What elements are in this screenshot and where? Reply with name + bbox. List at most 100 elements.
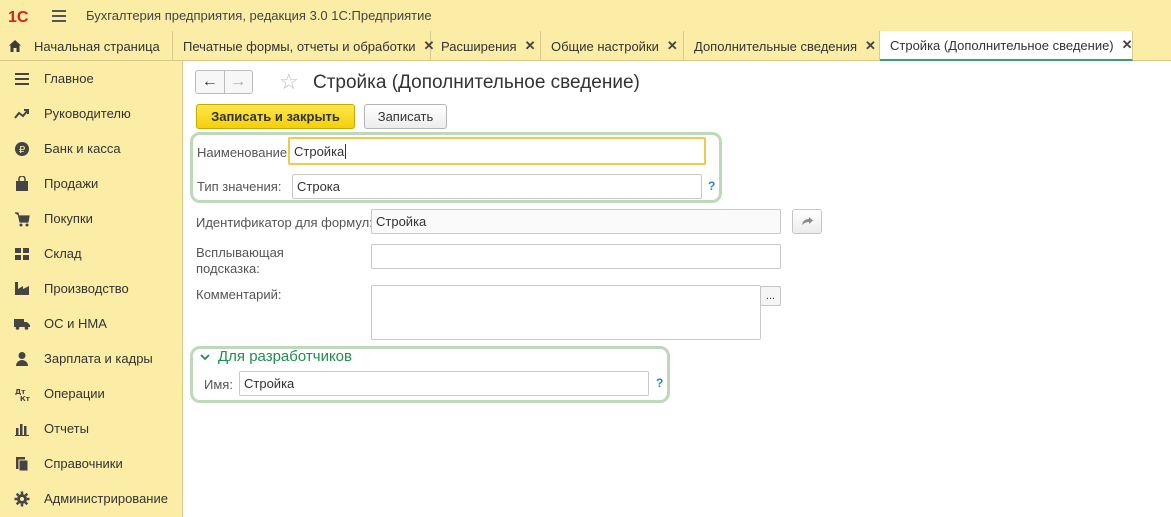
- sidebar-item-bank[interactable]: ₽ Банк и касса: [0, 131, 182, 166]
- save-button[interactable]: Записать: [364, 104, 447, 129]
- redo-arrow-icon: [802, 216, 813, 225]
- home-icon: [9, 40, 21, 52]
- back-button[interactable]: ←: [196, 71, 225, 93]
- tab-label: Расширения: [441, 38, 517, 54]
- close-icon[interactable]: ✕: [1122, 37, 1133, 53]
- sidebar-item-label: Банк и касса: [44, 141, 121, 156]
- sidebar-item-label: ОС и НМА: [44, 316, 107, 331]
- trend-icon: [14, 106, 30, 122]
- app-title: Бухгалтерия предприятия, редакция 3.0 1С…: [86, 8, 432, 23]
- svg-text:1С: 1С: [8, 9, 29, 25]
- chevron-down-icon: [200, 353, 210, 360]
- developer-section-title: Для разработчиков: [218, 348, 352, 365]
- sidebar-item-label: Отчеты: [44, 421, 89, 436]
- sidebar-item-purchases[interactable]: Покупки: [0, 201, 182, 236]
- sidebar-item-label: Производство: [44, 281, 129, 296]
- sidebar-item-operations[interactable]: Дт Кт Операции: [0, 376, 182, 411]
- sidebar-item-reports[interactable]: Отчеты: [0, 411, 182, 446]
- debit-credit-icon: Дт Кт: [14, 386, 30, 402]
- formula-id-field[interactable]: Стройка: [371, 209, 781, 234]
- sidebar-item-warehouse[interactable]: Склад: [0, 236, 182, 271]
- save-and-close-button[interactable]: Записать и закрыть: [196, 104, 355, 129]
- shopping-bag-icon: [14, 175, 30, 192]
- menu-list-icon: [14, 71, 30, 87]
- value-type-value: Строка: [297, 179, 341, 194]
- form-area: ← → ☆ Стройка (Дополнительное сведение) …: [183, 61, 1171, 517]
- sidebar-item-administration[interactable]: Администрирование: [0, 481, 182, 516]
- bar-chart-icon: [14, 421, 30, 437]
- svg-text:₽: ₽: [19, 145, 26, 156]
- cart-icon: [14, 211, 30, 227]
- favorite-star-icon[interactable]: ☆: [279, 70, 299, 94]
- sidebar-item-label: Главное: [44, 71, 94, 86]
- 1c-logo: 1С: [8, 6, 38, 26]
- tooltip-label-line1: Всплывающая: [196, 245, 284, 260]
- formula-id-value: Стройка: [376, 214, 427, 229]
- nav-buttons: ← →: [195, 70, 253, 94]
- tab-general-settings[interactable]: Общие настройки ✕: [541, 31, 684, 61]
- developer-section-toggle[interactable]: Для разработчиков: [199, 348, 352, 365]
- dev-name-field[interactable]: Стройка: [239, 371, 649, 396]
- books-icon: [14, 456, 30, 472]
- comment-textarea[interactable]: [371, 285, 761, 340]
- person-icon: [14, 351, 30, 367]
- sidebar-item-sales[interactable]: Продажи: [0, 166, 182, 201]
- close-icon[interactable]: ✕: [865, 38, 876, 54]
- sidebar-item-main[interactable]: Главное: [0, 61, 182, 96]
- sidebar-item-label: Покупки: [44, 211, 93, 226]
- close-icon[interactable]: ✕: [525, 38, 536, 54]
- tooltip-label-line2: подсказка:: [196, 261, 260, 276]
- sidebar-item-label: Руководителю: [44, 106, 131, 121]
- help-icon[interactable]: ?: [708, 179, 715, 193]
- formula-id-label: Идентификатор для формул:: [196, 215, 373, 230]
- tab-label: Начальная страница: [34, 38, 160, 54]
- sidebar-item-fixed-assets[interactable]: ОС и НМА: [0, 306, 182, 341]
- comment-expand-button[interactable]: ...: [760, 286, 781, 306]
- sidebar-item-label: Администрирование: [44, 491, 168, 506]
- value-type-field[interactable]: Строка: [292, 174, 702, 199]
- tab-label: Стройка (Дополнительное сведение): [890, 37, 1114, 53]
- factory-icon: [14, 281, 30, 297]
- sidebar-item-directories[interactable]: Справочники: [0, 446, 182, 481]
- sidebar-item-label: Продажи: [44, 176, 99, 191]
- sidebar-item-label: Справочники: [44, 456, 123, 471]
- dev-name-value: Стройка: [244, 376, 295, 391]
- forward-button[interactable]: →: [225, 71, 253, 93]
- warehouse-grid-icon: [14, 246, 30, 262]
- main-menu-icon[interactable]: [52, 9, 66, 22]
- tab-home[interactable]: Начальная страница: [0, 31, 173, 61]
- sidebar: Главное Руководителю ₽ Банк и касса Прод…: [0, 61, 183, 517]
- name-input-value: Стройка: [294, 143, 345, 159]
- close-icon[interactable]: ✕: [667, 38, 678, 54]
- refresh-identifier-button[interactable]: [792, 209, 822, 234]
- tab-label: Дополнительные сведения: [694, 38, 858, 54]
- dev-help-icon[interactable]: ?: [656, 376, 663, 390]
- sidebar-item-label: Зарплата и кадры: [44, 351, 153, 366]
- tab-extensions[interactable]: Расширения ✕: [431, 31, 541, 61]
- sidebar-item-label: Операции: [44, 386, 105, 401]
- name-input[interactable]: Стройка: [288, 137, 706, 165]
- title-bar: 1С Бухгалтерия предприятия, редакция 3.0…: [0, 0, 1171, 31]
- text-caret: [345, 143, 347, 159]
- sidebar-item-production[interactable]: Производство: [0, 271, 182, 306]
- comment-label: Комментарий:: [196, 287, 282, 302]
- type-label: Тип значения:: [197, 179, 282, 194]
- truck-icon: [14, 316, 30, 332]
- tab-label: Общие настройки: [551, 38, 659, 54]
- tooltip-input[interactable]: [371, 244, 781, 269]
- tab-label: Печатные формы, отчеты и обработки: [183, 38, 416, 54]
- tab-print-forms[interactable]: Печатные формы, отчеты и обработки ✕: [173, 31, 434, 61]
- sidebar-item-manager[interactable]: Руководителю: [0, 96, 182, 131]
- ruble-coin-icon: ₽: [14, 141, 30, 157]
- page-title: Стройка (Дополнительное сведение): [313, 72, 640, 93]
- sidebar-item-payroll[interactable]: Зарплата и кадры: [0, 341, 182, 376]
- gear-icon: [14, 491, 30, 507]
- sidebar-item-label: Склад: [44, 246, 82, 261]
- name-label: Наименование:: [197, 145, 291, 160]
- 1c-logo-icon: 1С: [8, 9, 29, 25]
- tab-stroyka[interactable]: Стройка (Дополнительное сведение) ✕: [880, 31, 1133, 61]
- tab-bar: Начальная страница Печатные формы, отчет…: [0, 31, 1171, 61]
- dev-name-label: Имя:: [204, 377, 233, 392]
- svg-text:Кт: Кт: [20, 395, 30, 402]
- tab-additional-info[interactable]: Дополнительные сведения ✕: [684, 31, 880, 61]
